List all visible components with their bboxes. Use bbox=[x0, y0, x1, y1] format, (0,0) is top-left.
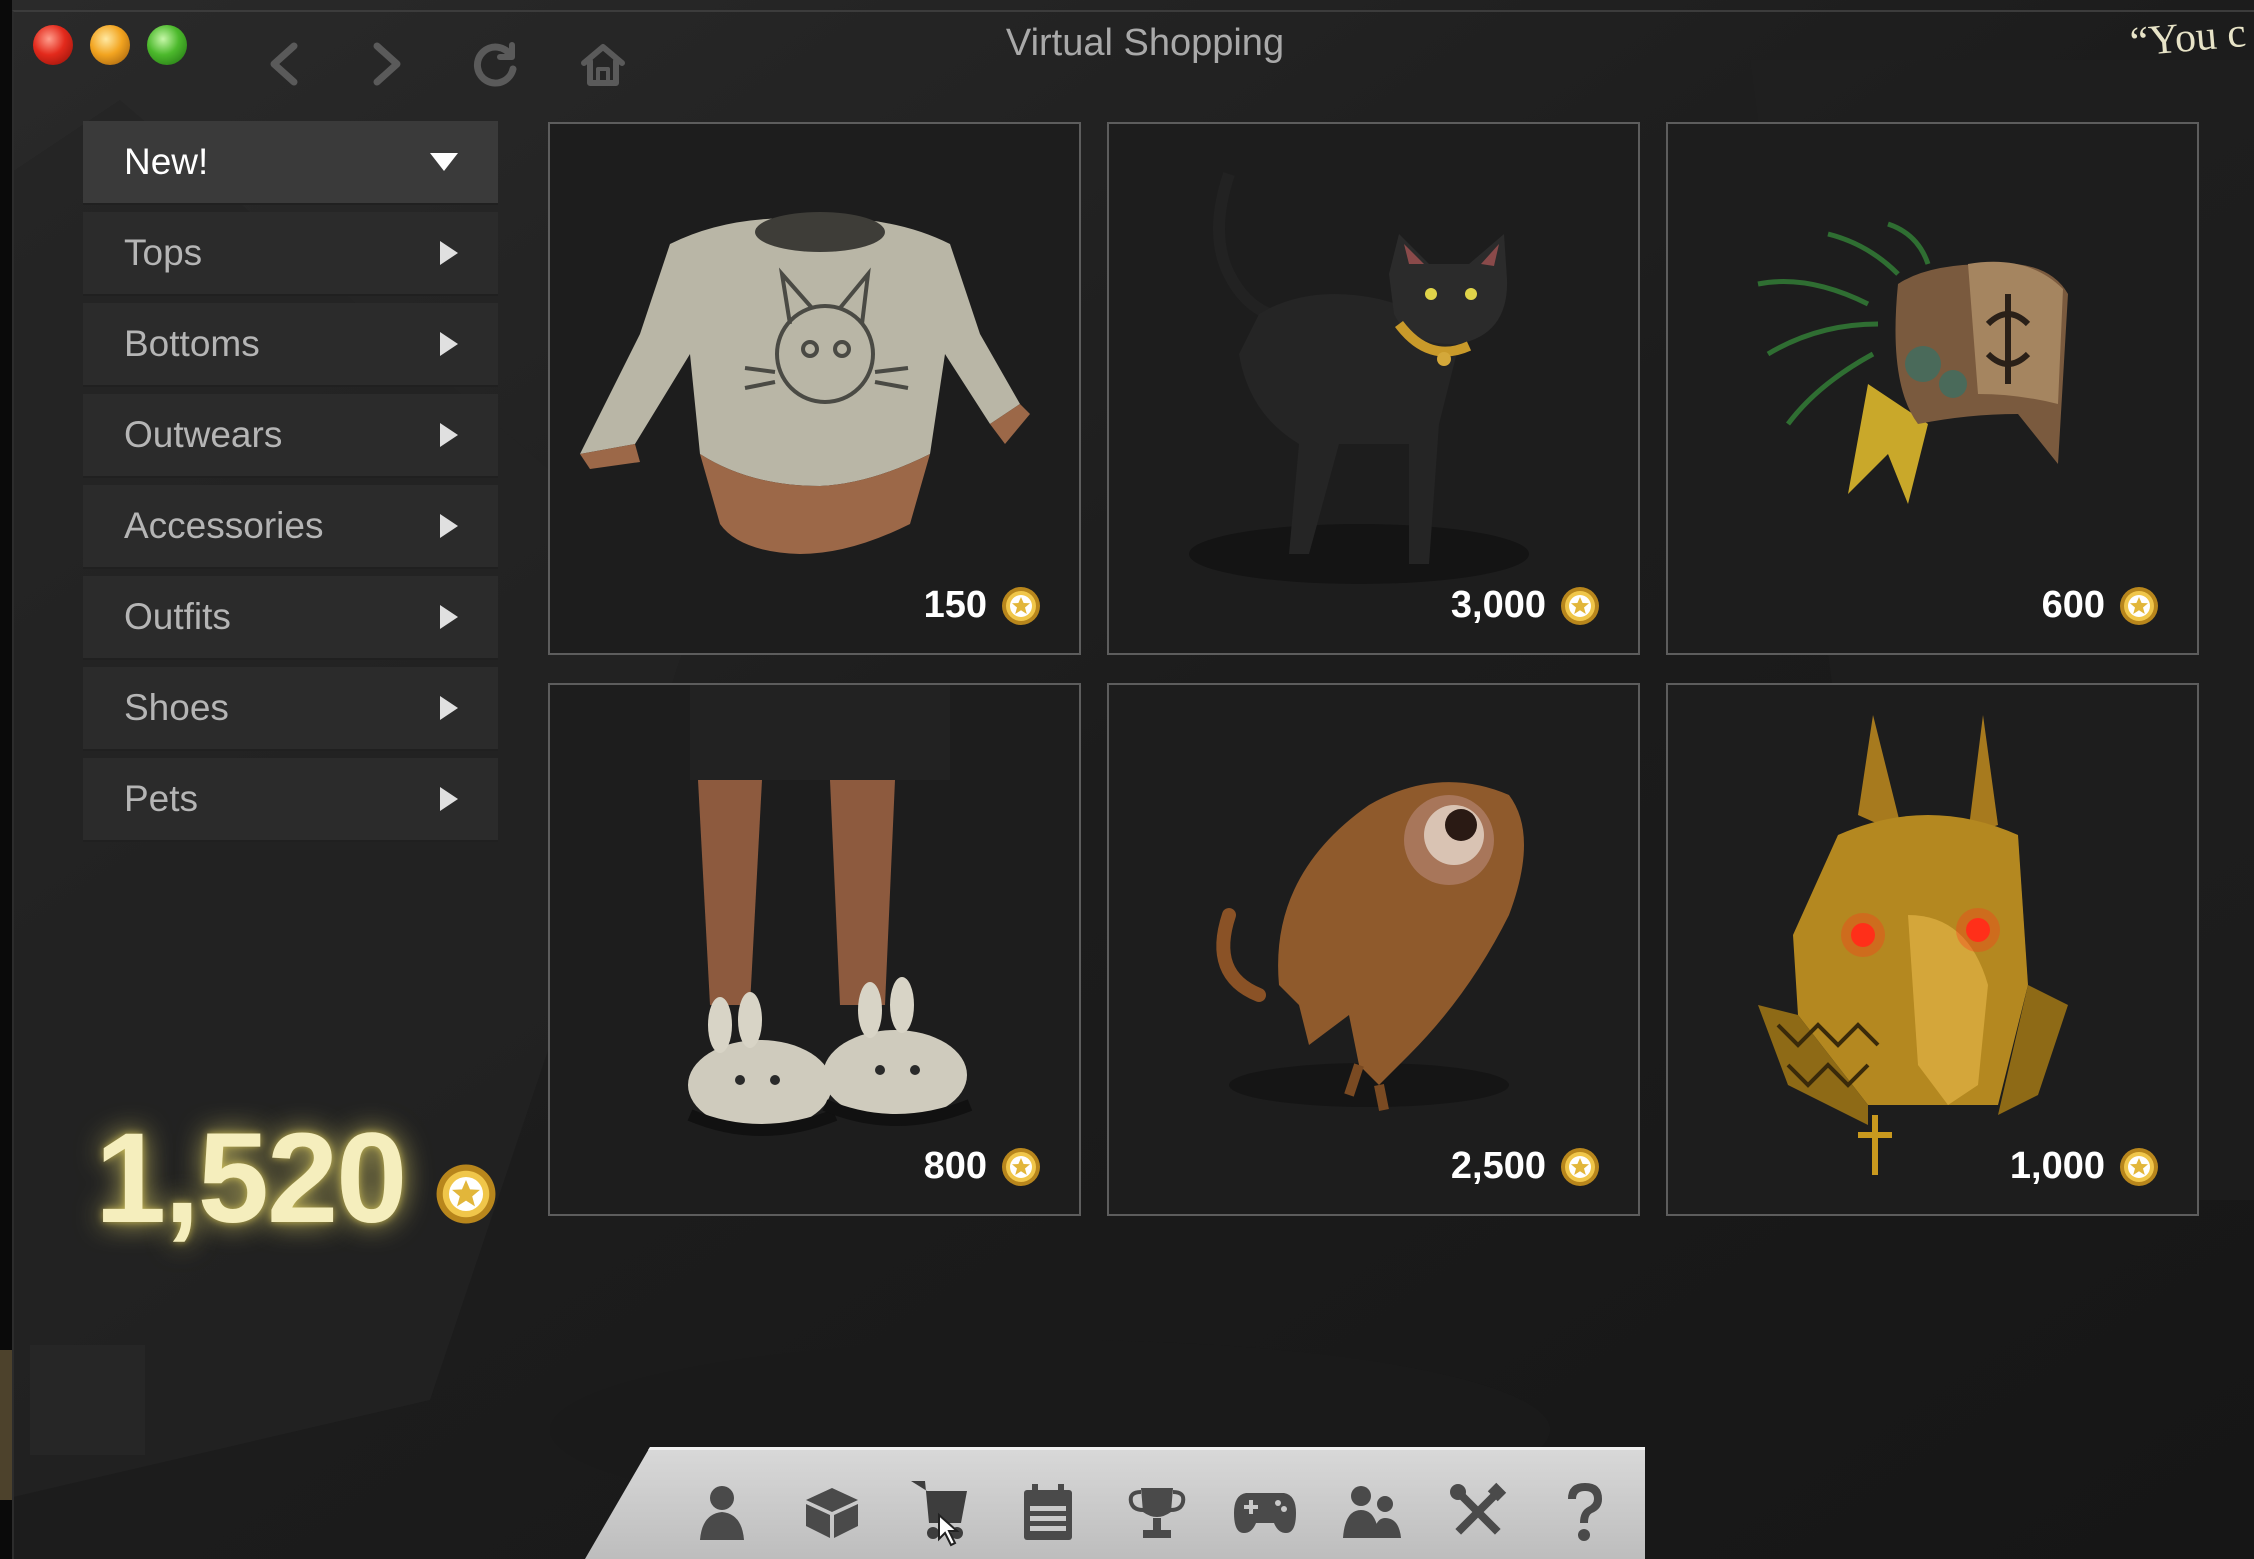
category-pets[interactable]: Pets bbox=[83, 758, 498, 842]
inventory-box-icon bbox=[806, 1488, 858, 1538]
coin-icon bbox=[1002, 586, 1040, 625]
price-tag: 150 bbox=[924, 584, 1041, 627]
coin-icon bbox=[1002, 1147, 1040, 1186]
price-value: 3,000 bbox=[1450, 584, 1546, 626]
category-label: Tops bbox=[124, 232, 203, 273]
toolbar-friends-button[interactable] bbox=[1337, 1477, 1407, 1547]
chevron-right-icon bbox=[440, 514, 458, 538]
category-sidebar: New! Tops Bottoms Outwears Accessories O… bbox=[83, 121, 498, 849]
forward-button[interactable] bbox=[357, 34, 417, 94]
tools-icon bbox=[1450, 1482, 1507, 1535]
category-shoes[interactable]: Shoes bbox=[83, 667, 498, 751]
chevron-right-icon bbox=[440, 241, 458, 265]
help-icon bbox=[1568, 1483, 1602, 1541]
toolbar-tools-button[interactable] bbox=[1443, 1477, 1513, 1547]
price-tag: 600 bbox=[2042, 584, 2159, 627]
price-value: 2,500 bbox=[1450, 1145, 1546, 1187]
product-image-headdress bbox=[1757, 221, 2068, 504]
price-value: 1,000 bbox=[2009, 1145, 2105, 1187]
calendar-icon bbox=[1024, 1484, 1072, 1540]
product-image-cat-tshirt bbox=[580, 212, 1030, 554]
category-label: Outfits bbox=[124, 596, 231, 637]
category-new[interactable]: New! bbox=[83, 121, 498, 205]
friends-icon bbox=[1343, 1486, 1401, 1538]
home-icon bbox=[581, 44, 625, 86]
reload-button[interactable] bbox=[466, 34, 526, 94]
chevron-right-icon bbox=[373, 42, 401, 86]
price-value: 600 bbox=[2041, 584, 2105, 626]
toolbar-inventory-button[interactable] bbox=[797, 1477, 867, 1547]
coin-balance: 1,520 bbox=[95, 1105, 497, 1252]
chevron-left-icon bbox=[270, 42, 298, 86]
category-tops[interactable]: Tops bbox=[83, 212, 498, 296]
price-tag: 800 bbox=[924, 1145, 1041, 1188]
background-quote-text: “You c bbox=[2128, 10, 2248, 66]
price-value: 800 bbox=[923, 1145, 987, 1187]
category-label: Bottoms bbox=[124, 323, 260, 364]
product-card-bunny-slippers[interactable]: 800 bbox=[548, 683, 1081, 1216]
shopping-cart-icon bbox=[911, 1481, 967, 1547]
back-button[interactable] bbox=[254, 34, 314, 94]
product-image-black-cat bbox=[1189, 172, 1529, 584]
category-label: New! bbox=[124, 141, 209, 182]
toolbar-calendar-button[interactable] bbox=[1013, 1477, 1083, 1547]
category-outwears[interactable]: Outwears bbox=[83, 394, 498, 478]
home-button[interactable] bbox=[573, 34, 633, 94]
bottom-toolbar bbox=[585, 1447, 1645, 1559]
product-image-anubis-mask bbox=[1758, 715, 2068, 1175]
balance-value: 1,520 bbox=[95, 1107, 407, 1250]
coin-icon bbox=[2120, 586, 2158, 625]
close-window-button[interactable] bbox=[33, 25, 73, 65]
price-value: 150 bbox=[923, 584, 987, 626]
category-outfits[interactable]: Outfits bbox=[83, 576, 498, 660]
product-image-eyeball-creature bbox=[1216, 782, 1524, 1111]
chevron-down-icon bbox=[430, 153, 458, 171]
category-label: Outwears bbox=[124, 414, 283, 455]
chevron-right-icon bbox=[440, 423, 458, 447]
coin-icon bbox=[2120, 1147, 2158, 1186]
coin-icon bbox=[1561, 586, 1599, 625]
minimize-window-button[interactable] bbox=[90, 25, 130, 65]
category-label: Shoes bbox=[124, 687, 229, 728]
price-tag: 3,000 bbox=[1451, 584, 1600, 627]
trophy-icon bbox=[1128, 1488, 1186, 1538]
product-image-bunny-slippers bbox=[687, 685, 973, 1136]
category-bottoms[interactable]: Bottoms bbox=[83, 303, 498, 387]
toolbar-help-button[interactable] bbox=[1550, 1477, 1620, 1547]
category-label: Pets bbox=[124, 778, 199, 819]
window-title: Virtual Shopping bbox=[1005, 22, 1285, 64]
product-card-anubis-mask[interactable]: 1,000 bbox=[1666, 683, 2199, 1216]
gamepad-icon bbox=[1234, 1493, 1296, 1533]
coin-icon bbox=[436, 1164, 496, 1223]
chevron-right-icon bbox=[440, 787, 458, 811]
reload-icon bbox=[473, 42, 517, 87]
product-card-eyeball-creature[interactable]: 2,500 bbox=[1107, 683, 1640, 1216]
category-label: Accessories bbox=[124, 505, 324, 546]
category-accessories[interactable]: Accessories bbox=[83, 485, 498, 569]
product-card-headdress[interactable]: 600 bbox=[1666, 122, 2199, 655]
profile-icon bbox=[700, 1486, 744, 1540]
toolbar-games-button[interactable] bbox=[1230, 1477, 1300, 1547]
price-tag: 1,000 bbox=[2010, 1145, 2159, 1188]
app-window: Virtual Shopping “You c New! Tops Bottom… bbox=[0, 0, 2254, 1559]
chevron-right-icon bbox=[440, 605, 458, 629]
toolbar-profile-button[interactable] bbox=[687, 1477, 757, 1547]
chevron-right-icon bbox=[440, 696, 458, 720]
product-card-cat-tshirt[interactable]: 150 bbox=[548, 122, 1081, 655]
toolbar-shop-button[interactable] bbox=[903, 1477, 973, 1547]
zoom-window-button[interactable] bbox=[147, 25, 187, 65]
chevron-right-icon bbox=[440, 332, 458, 356]
toolbar-achievements-button[interactable] bbox=[1122, 1477, 1192, 1547]
price-tag: 2,500 bbox=[1451, 1145, 1600, 1188]
product-card-black-cat[interactable]: 3,000 bbox=[1107, 122, 1640, 655]
coin-icon bbox=[1561, 1147, 1599, 1186]
